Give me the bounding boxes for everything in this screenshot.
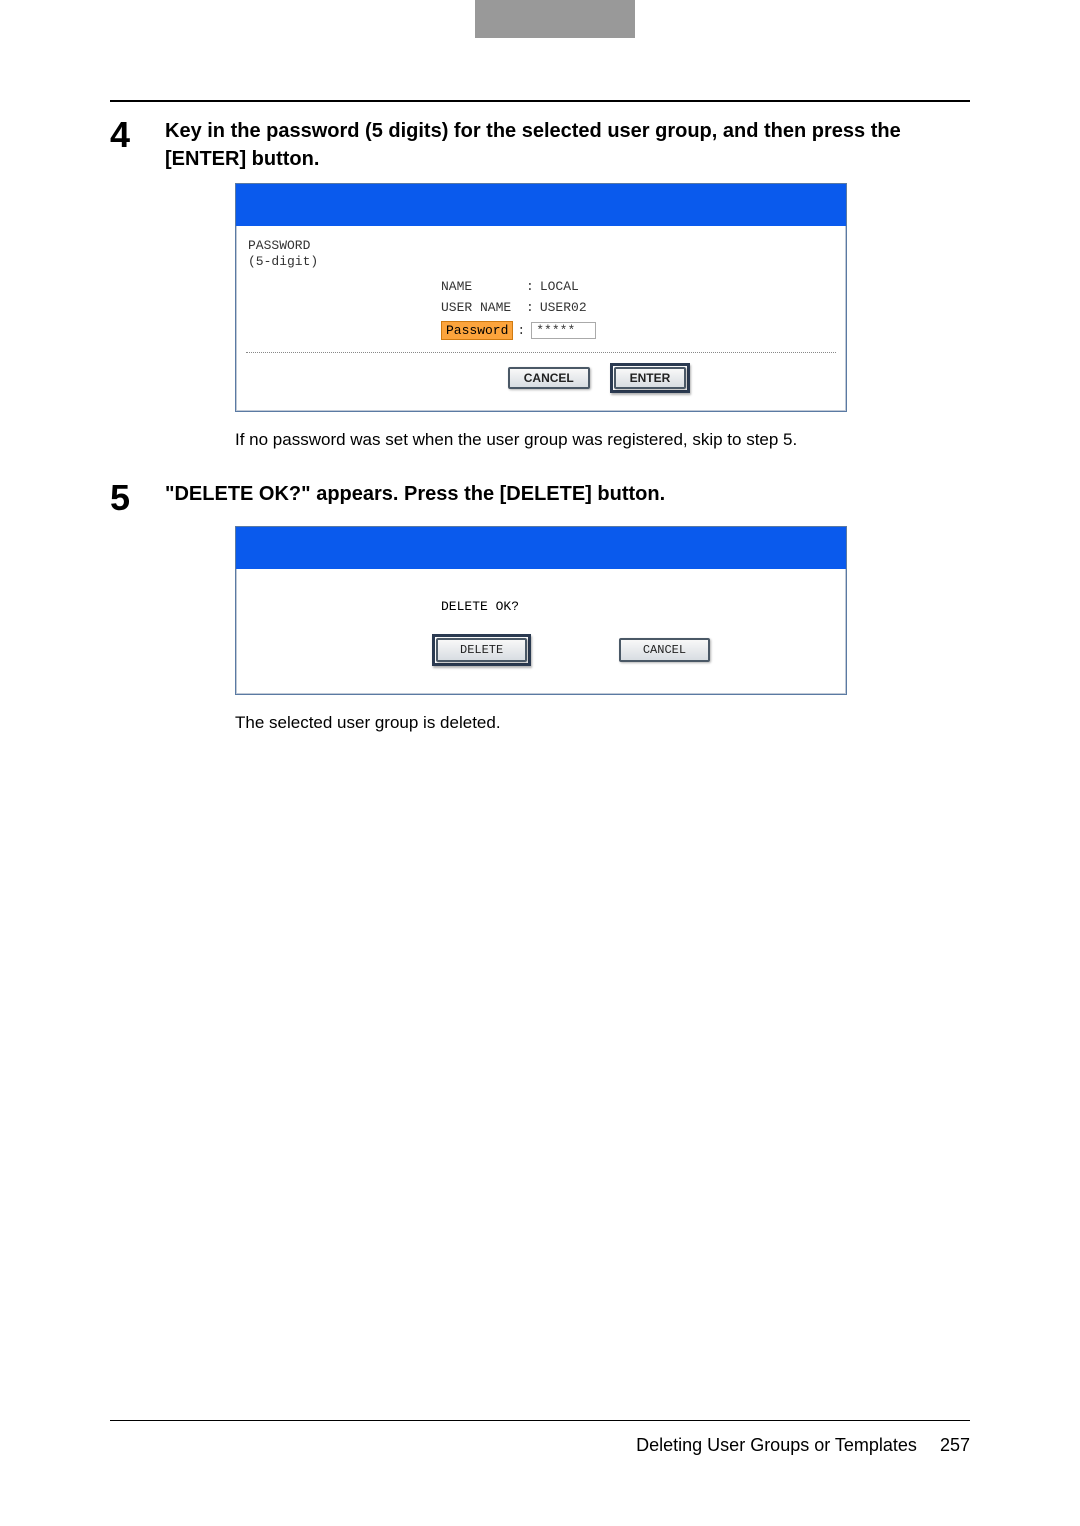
name-row: NAME : LOCAL [441,279,836,294]
step-4: 4 Key in the password (5 digits) for the… [110,117,970,173]
username-row: USER NAME : USER02 [441,300,836,315]
delete-button[interactable]: DELETE [436,638,527,662]
password-row: Password : ***** [441,321,836,340]
delete-ok-text: DELETE OK? [441,599,836,614]
screenshot2-header [236,527,846,569]
screenshot1-header [236,184,846,226]
delete-button-highlight: DELETE [432,634,531,666]
password-field-label: Password [441,321,513,340]
password-input[interactable]: ***** [531,322,596,339]
password-prompt-label: PASSWORD (5-digit) [248,238,836,269]
screenshot2-body: DELETE OK? DELETE CANCEL [236,569,846,694]
main-content: 4 Key in the password (5 digits) for the… [110,100,970,763]
step-5-note: The selected user group is deleted. [235,713,970,733]
step-4-title: Key in the password (5 digits) for the s… [165,117,970,173]
header-gray-tab [475,0,635,38]
dotted-divider [246,352,836,353]
enter-button-highlight: ENTER [610,363,691,393]
screenshot1-button-row: CANCEL ENTER [246,359,836,401]
cancel-button-1[interactable]: CANCEL [508,367,590,389]
footer-section-title: Deleting User Groups or Templates [636,1435,917,1455]
enter-button[interactable]: ENTER [614,367,687,389]
cancel-button-2[interactable]: CANCEL [619,638,710,662]
step-5-number: 5 [110,480,165,516]
page-footer: Deleting User Groups or Templates 257 [110,1420,970,1456]
delete-confirm-screenshot: DELETE OK? DELETE CANCEL [235,526,847,695]
step-4-note: If no password was set when the user gro… [235,430,970,450]
step-5: 5 "DELETE OK?" appears. Press the [DELET… [110,480,970,516]
page-number: 257 [940,1435,970,1455]
password-entry-screenshot: PASSWORD (5-digit) NAME : LOCAL USER NAM… [235,183,847,412]
screenshot1-body: PASSWORD (5-digit) NAME : LOCAL USER NAM… [236,226,846,411]
top-divider [110,100,970,102]
step-5-title: "DELETE OK?" appears. Press the [DELETE]… [165,480,970,508]
step-4-number: 4 [110,117,165,153]
bottom-divider [110,1420,970,1421]
